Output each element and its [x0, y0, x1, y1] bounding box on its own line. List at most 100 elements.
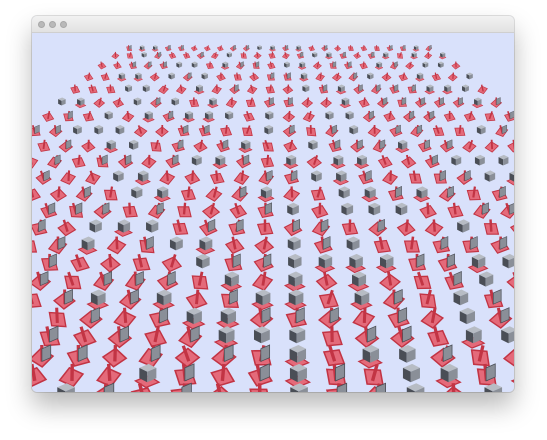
- grid-object: [178, 325, 203, 349]
- grid-object: [495, 124, 509, 138]
- minimize-button[interactable]: [49, 21, 56, 28]
- grid-object: [249, 383, 272, 392]
- grid-object: [442, 84, 453, 95]
- grid-object: [211, 84, 222, 95]
- grid-object: [32, 289, 42, 309]
- panel-shape: [509, 221, 514, 237]
- grid-object: [432, 236, 451, 254]
- grid-object: [191, 271, 209, 290]
- zoom-button[interactable]: [60, 21, 67, 28]
- grid-object: [156, 271, 179, 291]
- grid-object: [85, 170, 101, 185]
- grid-object: [122, 202, 138, 218]
- grid-object: [215, 307, 240, 330]
- grid-object: [389, 124, 403, 137]
- grid-object: [70, 254, 90, 272]
- grid-object: [106, 84, 116, 94]
- grid-object: [138, 45, 146, 52]
- grid-object: [397, 97, 407, 107]
- 3d-viewport[interactable]: [32, 33, 514, 392]
- grid-object: [171, 97, 180, 106]
- grid-object: [353, 154, 370, 169]
- grid-object: [262, 139, 274, 152]
- grid-object: [424, 154, 440, 169]
- grid-object: [37, 139, 51, 152]
- grid-object: [476, 125, 486, 135]
- panel-fin: [337, 45, 339, 50]
- grid-object: [32, 363, 48, 388]
- object-grid: [32, 44, 514, 392]
- panel-fin: [216, 84, 218, 92]
- grid-object: [444, 271, 465, 290]
- grid-object: [141, 51, 147, 58]
- grid-object: [126, 51, 134, 59]
- grid-object: [32, 271, 52, 292]
- grid-object: [224, 253, 243, 272]
- grid-object: [142, 110, 155, 123]
- grid-object: [296, 51, 305, 59]
- panel-fin: [193, 97, 195, 105]
- grid-object: [368, 202, 381, 216]
- grid-object: [502, 253, 514, 269]
- grid-object: [483, 289, 504, 309]
- grid-object: [151, 45, 159, 52]
- grid-object: [268, 45, 277, 52]
- grid-object: [329, 61, 337, 69]
- grid-object: [301, 97, 314, 108]
- grid-object: [86, 289, 110, 311]
- grid-object: [231, 186, 249, 202]
- grid-object: [463, 110, 476, 122]
- grid-object: [132, 253, 151, 272]
- grid-object: [268, 51, 276, 59]
- panel-fin: [330, 326, 334, 343]
- grid-object: [162, 110, 175, 122]
- grid-object: [389, 325, 415, 349]
- grid-object: [97, 61, 107, 70]
- grid-object: [257, 45, 262, 51]
- grid-object: [206, 97, 219, 109]
- grid-object: [158, 84, 169, 95]
- grid-object: [462, 139, 477, 153]
- grid-object: [373, 236, 392, 254]
- grid-object: [103, 139, 119, 154]
- grid-object: [209, 170, 225, 185]
- grid-object: [115, 125, 125, 135]
- grid-object: [313, 236, 333, 254]
- grid-object: [414, 72, 425, 82]
- panel-fin: [309, 125, 312, 134]
- grid-object: [302, 84, 310, 92]
- grid-object: [402, 363, 420, 383]
- grid-object: [311, 202, 329, 219]
- panel-fin: [427, 51, 429, 58]
- close-button[interactable]: [38, 21, 45, 28]
- grid-object: [460, 326, 486, 349]
- grid-object: [195, 236, 216, 255]
- grid-object: [379, 271, 401, 292]
- grid-object: [483, 219, 500, 235]
- grid-object: [32, 186, 42, 202]
- grid-object: [146, 219, 159, 233]
- grid-object: [116, 72, 127, 82]
- grid-object: [456, 170, 473, 185]
- grid-object: [382, 170, 399, 185]
- grid-object: [240, 51, 247, 59]
- panel-fin: [70, 363, 74, 381]
- cube-base-panel: [510, 379, 514, 383]
- 3d-scene[interactable]: [32, 33, 514, 392]
- panel-shape: [32, 386, 41, 392]
- grid-object: [360, 45, 368, 52]
- grid-object: [350, 289, 373, 311]
- grid-object: [484, 139, 499, 153]
- grid-object: [453, 289, 469, 306]
- title-bar[interactable]: [32, 16, 514, 33]
- grid-object: [118, 289, 142, 310]
- grid-object: [500, 202, 514, 219]
- grid-object: [382, 289, 406, 310]
- grid-object: [242, 44, 250, 52]
- grid-object: [182, 110, 196, 123]
- grid-object: [242, 125, 253, 137]
- grid-object: [229, 44, 237, 52]
- grid-object: [213, 326, 239, 349]
- grid-object: [129, 139, 139, 150]
- grid-object: [400, 154, 417, 169]
